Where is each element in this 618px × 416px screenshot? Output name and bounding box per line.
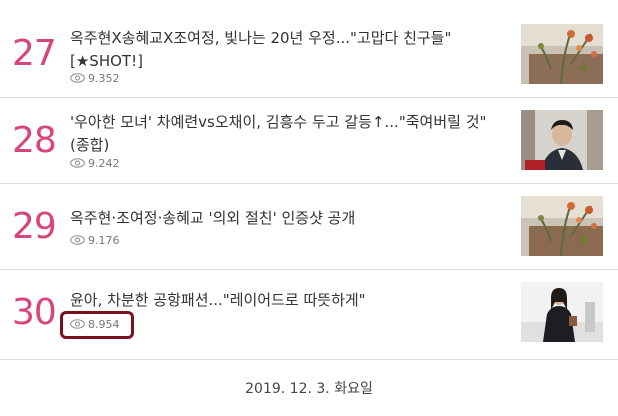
article-title-link[interactable]: 옥주현X송혜교X조여정, 빛나는 20년 우정..."고맙다 친구들" [★SH… — [70, 27, 500, 73]
highlight-box — [60, 311, 134, 339]
article-title-link[interactable]: 윤아, 차분한 공항패션..."레이어드로 따뜻하게" — [70, 289, 500, 312]
rank-number: 28 — [12, 120, 57, 161]
eye-icon — [70, 235, 85, 245]
rank-number: 27 — [12, 33, 57, 74]
article-thumbnail[interactable] — [521, 282, 603, 342]
view-count-value: 9.242 — [88, 156, 120, 170]
woman-photo-icon — [521, 282, 603, 342]
article-title-link[interactable]: '우아한 모녀' 차예련vs오채이, 김흥수 두고 갈등↑..."죽여버릴 것"… — [70, 111, 500, 157]
list-item[interactable]: 27 옥주현X송혜교X조여정, 빛나는 20년 우정..."고맙다 친구들" [… — [0, 0, 618, 98]
man-photo-icon — [521, 110, 603, 170]
eye-icon — [70, 158, 85, 168]
plant-photo-icon — [521, 196, 603, 256]
eye-icon — [70, 73, 85, 83]
rank-number: 29 — [12, 206, 57, 247]
view-count: 9.242 — [70, 156, 120, 170]
date-label: 2019. 12. 3. 화요일 — [245, 381, 373, 397]
article-thumbnail[interactable] — [521, 110, 603, 170]
view-count-value: 9.352 — [88, 71, 120, 85]
view-count: 9.176 — [70, 233, 120, 247]
list-item[interactable]: 28 '우아한 모녀' 차예련vs오채이, 김흥수 두고 갈등↑..."죽여버릴… — [0, 98, 618, 184]
view-count: 9.352 — [70, 71, 120, 85]
rank-number: 30 — [12, 292, 57, 333]
news-ranking-list: 27 옥주현X송혜교X조여정, 빛나는 20년 우정..."고맙다 친구들" [… — [0, 0, 618, 360]
article-thumbnail[interactable] — [521, 24, 603, 84]
plant-photo-icon — [521, 24, 603, 84]
article-thumbnail[interactable] — [521, 196, 603, 256]
list-item[interactable]: 29 옥주현·조여정·송혜교 '의외 절친' 인증샷 공개 9.176 — [0, 184, 618, 270]
article-title-link[interactable]: 옥주현·조여정·송혜교 '의외 절친' 인증샷 공개 — [70, 207, 500, 230]
view-count-value: 9.176 — [88, 233, 120, 247]
